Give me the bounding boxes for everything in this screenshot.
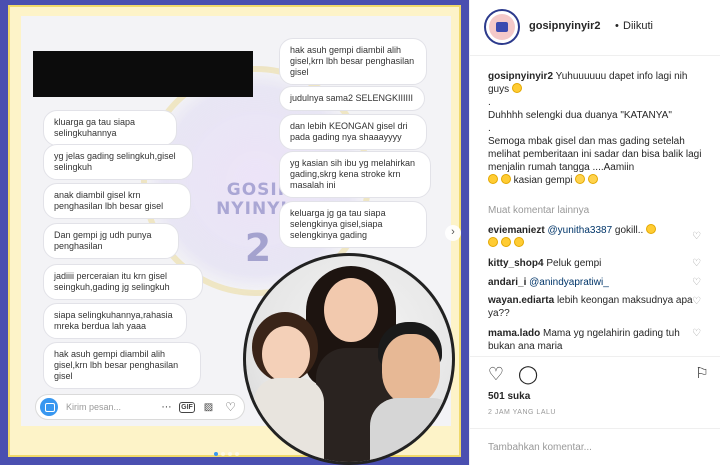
- camera-icon[interactable]: [40, 398, 58, 416]
- follow-status[interactable]: Diikuti: [623, 20, 653, 32]
- laugh-emoji-icon: [488, 237, 498, 247]
- carousel-dot: [228, 452, 232, 456]
- comment: mama.lado Mama yg ngelahirin gading tuh …: [488, 327, 703, 353]
- comment-username[interactable]: kitty_shop4: [488, 258, 544, 269]
- chat-bubble: siapa selingkuhannya,rahasia mreka berdu…: [43, 303, 187, 339]
- comment: andari_i @anindyapratiwi_: [488, 276, 703, 289]
- more-icon[interactable]: ⋯: [159, 400, 174, 415]
- chat-bubble: judulnya sama2 SELENGKIIIIII: [279, 86, 425, 111]
- crying-emoji-icon: [575, 174, 586, 184]
- post-timestamp: 2 JAM YANG LALU: [488, 409, 556, 416]
- caption-username[interactable]: gosipnyinyir2: [488, 71, 553, 82]
- comment: wayan.ediarta lebih keongan maksudnya ap…: [488, 294, 703, 320]
- gif-icon[interactable]: GIF: [179, 402, 195, 413]
- comment-mention[interactable]: @anindyapratiwi_: [529, 277, 609, 288]
- comment: kitty_shop4 Peluk gempi: [488, 257, 703, 270]
- comment-bubble-icon[interactable]: ◯: [518, 364, 538, 384]
- post-actions: ♡ ◯ ⚐: [470, 356, 720, 386]
- comment-like-icon[interactable]: ♡: [692, 232, 702, 242]
- chat-bubble: Dan gempi jg udh punya penghasilan: [43, 223, 179, 259]
- comment-input[interactable]: Tambahkan komentar...: [488, 442, 592, 453]
- comment-username[interactable]: eviemaniezt: [488, 225, 545, 236]
- comment-like-icon[interactable]: ♡: [692, 297, 702, 307]
- comment-like-icon[interactable]: ♡: [692, 259, 702, 269]
- post-caption: gosipnyinyir2 Yuhuuuuuu dapet info lagi …: [488, 70, 710, 187]
- post-panel: gosipnyinyir2 • Diikuti gosipnyinyir2 Yu…: [469, 0, 720, 465]
- laugh-emoji-icon: [513, 237, 524, 247]
- message-input-bar[interactable]: Kirim pesan... ⋯ GIF ▨ ♡: [35, 394, 245, 420]
- next-slide-icon[interactable]: ›: [445, 225, 461, 241]
- comment: eviemaniezt @yunitha3387 gokill..: [488, 224, 703, 250]
- chat-bubble: hak asuh gempi diambil alih gisel,krn lb…: [279, 38, 427, 85]
- comment-username[interactable]: andari_i: [488, 277, 526, 288]
- gallery-icon[interactable]: ▨: [201, 400, 216, 415]
- grin-emoji-icon: [488, 174, 498, 184]
- message-placeholder[interactable]: Kirim pesan...: [66, 402, 121, 412]
- add-comment-bar: Tambahkan komentar...: [470, 428, 720, 465]
- caption-line: .: [488, 97, 491, 108]
- carousel-dot: [221, 452, 225, 456]
- bookmark-icon[interactable]: ⚐: [692, 364, 712, 384]
- comment-username[interactable]: mama.lado: [488, 328, 540, 339]
- redacted-header: [33, 51, 253, 97]
- comment-text: gokill..: [614, 225, 644, 236]
- carousel-dot: [235, 452, 239, 456]
- laugh-emoji-icon: [500, 237, 511, 247]
- laugh-emoji-icon: [646, 224, 657, 234]
- crying-emoji-icon: [588, 174, 599, 184]
- grin-emoji-icon: [500, 174, 511, 184]
- carousel-dot: [214, 452, 218, 456]
- like-heart-icon[interactable]: ♡: [486, 364, 506, 384]
- caption-line: .: [488, 123, 491, 134]
- chat-bubble: keluarga jg ga tau siapa selengkinya gis…: [279, 201, 427, 248]
- post-media: GOSIP NYINYIR 2 kluarga ga tau siapa sel…: [0, 0, 469, 465]
- chat-bubble: anak diambil gisel krn penghasilan lbh b…: [43, 183, 191, 219]
- comment-like-icon[interactable]: ♡: [692, 278, 702, 288]
- caption-line: Duhhhh selengki dua duanya "KATANYA": [488, 110, 672, 121]
- post-header: gosipnyinyir2 • Diikuti: [470, 0, 720, 56]
- comment-like-icon[interactable]: ♡: [692, 329, 702, 339]
- chat-bubble: hak asuh gempi diambil alih gisel,krn lb…: [43, 342, 201, 389]
- load-more-comments[interactable]: Muat komentar lainnya: [488, 205, 589, 216]
- chat-bubble: dan lebih KEONGAN gisel dri pada gading …: [279, 114, 427, 150]
- comment-username[interactable]: wayan.ediarta: [488, 295, 554, 306]
- avatar[interactable]: [484, 9, 520, 45]
- family-photo: [243, 253, 455, 465]
- caption-line: kasian gempi: [513, 175, 573, 186]
- caption-line: Semoga mbak gisel dan mas gading setelah…: [488, 136, 702, 173]
- carousel-dots: [214, 452, 239, 456]
- chat-bubble: jadiiii perceraian itu krn gisel seingku…: [43, 264, 203, 300]
- smile-emoji-icon: [511, 83, 522, 93]
- comment-text: Peluk gempi: [546, 258, 602, 269]
- chat-bubble: kluarga ga tau siapa selingkuhannya: [43, 110, 177, 146]
- comment-mention[interactable]: @yunitha3387: [547, 225, 612, 236]
- likes-count[interactable]: 501 suka: [488, 391, 530, 402]
- post-username[interactable]: gosipnyinyir2: [529, 20, 601, 32]
- chat-bubble: yg kasian sih ibu yg melahirkan gading,s…: [279, 151, 431, 198]
- separator-dot: •: [615, 20, 619, 32]
- chat-bubble: yg jelas gading selingkuh,gisel selingku…: [43, 144, 193, 180]
- image-frame: GOSIP NYINYIR 2 kluarga ga tau siapa sel…: [8, 5, 461, 465]
- heart-icon[interactable]: ♡: [223, 400, 238, 415]
